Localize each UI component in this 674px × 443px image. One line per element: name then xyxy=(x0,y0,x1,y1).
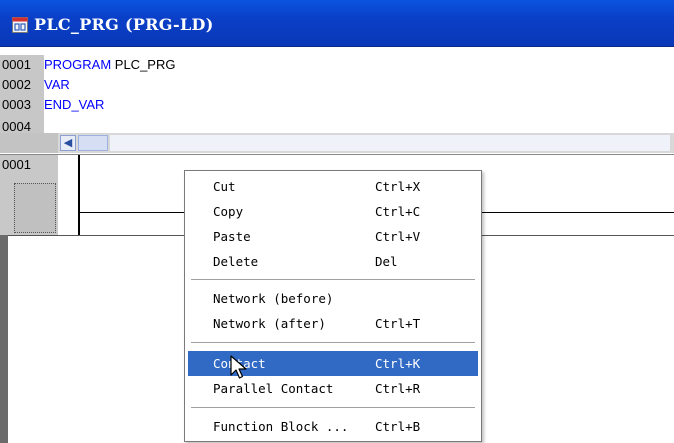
menu-item-shortcut: Ctrl+V xyxy=(375,229,421,244)
menu-item-network-after[interactable]: Network (after) Ctrl+T xyxy=(188,311,478,336)
menu-item-cut[interactable]: Cut Ctrl+X xyxy=(188,174,478,199)
keyword-var: VAR xyxy=(44,77,70,92)
horizontal-scrollbar[interactable]: ◀ xyxy=(0,133,674,153)
power-rail xyxy=(78,155,80,235)
menu-separator xyxy=(191,342,475,344)
menu-item-function-block[interactable]: Function Block ... Ctrl+B xyxy=(188,414,478,439)
network-number: 0001 xyxy=(2,157,31,172)
menu-item-label: Network (after) xyxy=(213,316,326,331)
menu-item-label: Copy xyxy=(213,204,244,219)
keyword-program: PROGRAM xyxy=(44,57,112,72)
menu-separator xyxy=(191,407,475,409)
declaration-editor[interactable]: 0001 PROGRAM PLC_PRG 0002 VAR 0003 END_VAR … xyxy=(0,47,674,133)
menu-item-copy[interactable]: Copy Ctrl+C xyxy=(188,199,478,224)
menu-item-label: Cut xyxy=(213,179,236,194)
line-number: 0001 xyxy=(0,55,44,75)
ld-editor-window: PLC_PRG (PRG-LD) 0001 PROGRAM PLC_PRG 000… xyxy=(0,0,674,443)
declaration-line[interactable]: 0002 VAR xyxy=(0,75,70,95)
line-number: 0002 xyxy=(0,75,44,95)
menu-separator xyxy=(191,279,475,281)
ld-editor-icon xyxy=(12,17,28,33)
menu-item-network-before[interactable]: Network (before) xyxy=(188,286,478,311)
line-number: 0003 xyxy=(0,95,44,115)
declaration-line[interactable]: 0004 xyxy=(0,115,44,133)
context-menu: Cut Ctrl+X Copy Ctrl+C Paste Ctrl+V Dele… xyxy=(184,170,482,442)
menu-item-delete[interactable]: Delete Del xyxy=(188,249,478,274)
scrollbar-thumb[interactable] xyxy=(78,135,108,151)
mouse-pointer-icon xyxy=(230,355,247,379)
menu-item-label: Network (before) xyxy=(213,291,334,306)
menu-item-shortcut: Ctrl+R xyxy=(375,381,421,396)
declaration-line[interactable]: 0001 PROGRAM PLC_PRG xyxy=(0,55,175,75)
menu-item-shortcut: Ctrl+X xyxy=(375,179,421,194)
network-selection-box[interactable] xyxy=(14,183,56,233)
scrollbar-track[interactable] xyxy=(110,135,670,151)
menu-item-paste[interactable]: Paste Ctrl+V xyxy=(188,224,478,249)
network-label[interactable]: 0001 xyxy=(0,155,58,235)
menu-item-shortcut: Ctrl+T xyxy=(375,316,421,331)
menu-item-shortcut: Ctrl+B xyxy=(375,419,421,434)
scrollbar-spacer xyxy=(0,133,58,153)
menu-item-label: Paste xyxy=(213,229,251,244)
window-title: PLC_PRG (PRG-LD) xyxy=(34,15,214,34)
line-number: 0004 xyxy=(0,115,44,133)
menu-item-shortcut: Del xyxy=(375,254,398,269)
menu-item-label: Function Block ... xyxy=(213,419,349,434)
menu-item-label: Delete xyxy=(213,254,259,269)
scroll-left-arrow-icon[interactable]: ◀ xyxy=(60,135,76,151)
declaration-line[interactable]: 0003 END_VAR xyxy=(0,95,104,115)
menu-item-shortcut: Ctrl+K xyxy=(375,356,421,371)
title-bar[interactable]: PLC_PRG (PRG-LD) xyxy=(0,0,674,47)
keyword-end-var: END_VAR xyxy=(44,97,105,112)
program-name: PLC_PRG xyxy=(111,57,176,72)
menu-item-shortcut: Ctrl+C xyxy=(375,204,421,219)
editor-frame-edge xyxy=(0,235,8,443)
